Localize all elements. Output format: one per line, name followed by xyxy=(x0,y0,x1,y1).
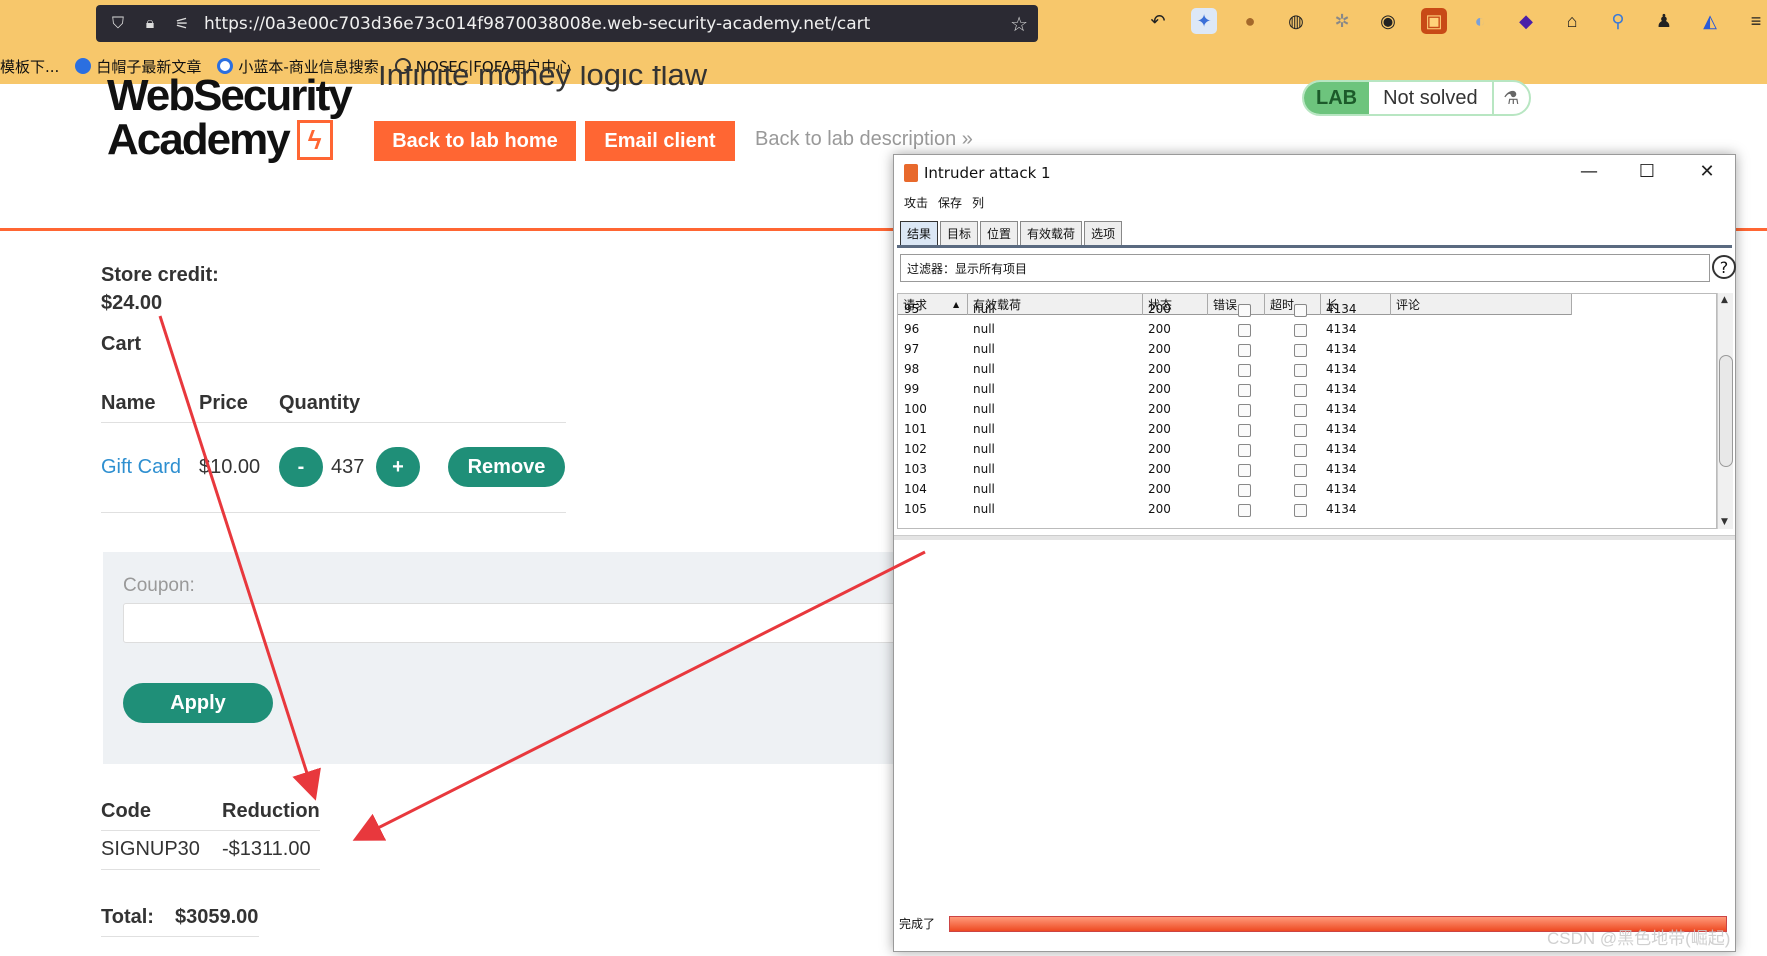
annotation-arrows xyxy=(158,315,926,841)
arrow-credit-to-reduction xyxy=(158,315,321,801)
watermark: CSDN @黑色地带(崛起) xyxy=(1547,929,1731,948)
arrow-intruder-to-reduction xyxy=(352,550,926,841)
